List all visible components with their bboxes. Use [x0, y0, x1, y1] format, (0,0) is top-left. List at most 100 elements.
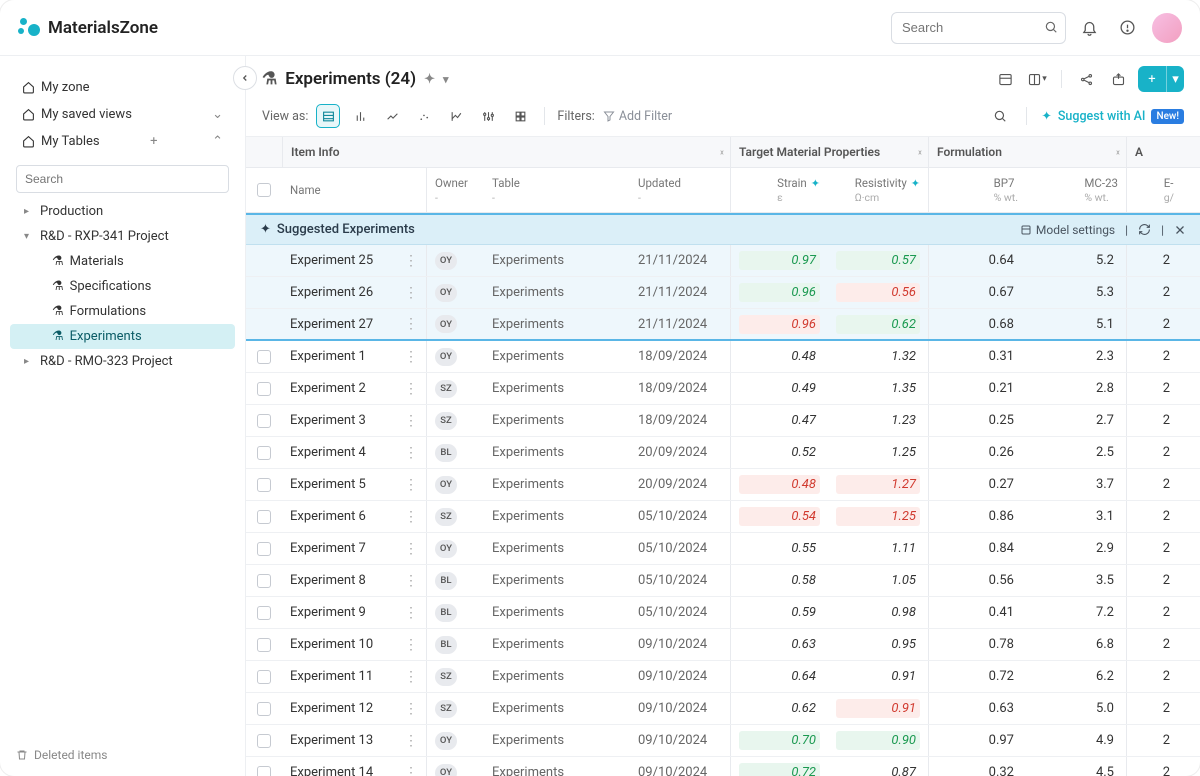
row-checkbox[interactable]: [257, 574, 271, 588]
row-checkbox[interactable]: [257, 734, 271, 748]
tree-materials[interactable]: ⚗Materials: [10, 249, 235, 274]
deleted-items[interactable]: Deleted items: [16, 748, 107, 762]
row-menu-icon[interactable]: ⋮: [404, 765, 418, 776]
tree-experiments[interactable]: ⚗Experiments: [10, 324, 235, 349]
view-table-button[interactable]: [316, 104, 340, 128]
row-menu-icon[interactable]: ⋮: [404, 316, 418, 332]
search-table-icon[interactable]: [988, 104, 1012, 128]
layout-icon[interactable]: [993, 67, 1017, 91]
row-menu-icon[interactable]: ⋮: [404, 477, 418, 493]
row-checkbox[interactable]: [257, 638, 271, 652]
table-row[interactable]: Experiment 8⋮ BL Experiments 05/10/2024 …: [246, 565, 1200, 597]
tree-rmo-project[interactable]: ▸R&D - RMO-323 Project: [10, 349, 235, 374]
table-row[interactable]: Experiment 14⋮ OY Experiments 09/10/2024…: [246, 757, 1200, 776]
row-checkbox[interactable]: [257, 542, 271, 556]
user-avatar[interactable]: [1152, 13, 1182, 43]
row-menu-icon[interactable]: ⋮: [404, 445, 418, 461]
row-menu-icon[interactable]: ⋮: [404, 253, 418, 269]
collapse-group-icon[interactable]: ›‹: [720, 147, 722, 158]
row-checkbox[interactable]: [257, 350, 271, 364]
add-filter-button[interactable]: Add Filter: [603, 109, 672, 124]
export-icon[interactable]: [1106, 67, 1130, 91]
col-bp7[interactable]: BP7% wt.: [994, 176, 1018, 204]
row-checkbox[interactable]: [257, 414, 271, 428]
row-checkbox[interactable]: [257, 382, 271, 396]
row-checkbox[interactable]: [257, 478, 271, 492]
row-menu-icon[interactable]: ⋮: [404, 573, 418, 589]
tree-specifications[interactable]: ⚗Specifications: [10, 274, 235, 299]
col-name[interactable]: Name: [290, 183, 321, 197]
view-line-button[interactable]: [380, 104, 404, 128]
row-menu-icon[interactable]: ⋮: [404, 349, 418, 365]
row-menu-icon[interactable]: ⋮: [404, 541, 418, 557]
col-last[interactable]: E-g/: [1164, 176, 1174, 204]
global-search[interactable]: [891, 12, 1066, 44]
view-grid-button[interactable]: [508, 104, 532, 128]
nav-my-saved-views[interactable]: My saved views ⌄: [16, 101, 229, 128]
view-scatter-button[interactable]: [412, 104, 436, 128]
add-dropdown[interactable]: ▾: [1166, 66, 1184, 92]
table-row[interactable]: Experiment 26⋮ OY Experiments 21/11/2024…: [246, 277, 1200, 309]
suggest-with-ai-button[interactable]: ✦ Suggest with AI New!: [1041, 108, 1184, 124]
table-row[interactable]: Experiment 12⋮ SZ Experiments 09/10/2024…: [246, 693, 1200, 725]
tree-formulations[interactable]: ⚗Formulations: [10, 299, 235, 324]
model-settings-button[interactable]: Model settings: [1020, 223, 1115, 237]
select-all-checkbox[interactable]: [246, 168, 282, 212]
row-menu-icon[interactable]: ⋮: [404, 733, 418, 749]
table-row[interactable]: Experiment 25⋮ OY Experiments 21/11/2024…: [246, 245, 1200, 277]
row-checkbox[interactable]: [257, 670, 271, 684]
panel-icon[interactable]: ▾: [1025, 67, 1049, 91]
col-resistivity[interactable]: Resistivity✦Ω·cm: [855, 176, 920, 204]
row-menu-icon[interactable]: ⋮: [404, 381, 418, 397]
row-menu-icon[interactable]: ⋮: [404, 605, 418, 621]
refresh-icon[interactable]: [1138, 223, 1151, 236]
col-updated[interactable]: Updated-: [638, 176, 681, 204]
row-checkbox[interactable]: [257, 702, 271, 716]
brand-logo[interactable]: MaterialsZone: [18, 16, 158, 40]
collapse-group-icon[interactable]: ›‹: [918, 147, 920, 158]
table-row[interactable]: Experiment 4⋮ BL Experiments 20/09/2024 …: [246, 437, 1200, 469]
sidebar-search-input[interactable]: [16, 165, 229, 193]
table-row[interactable]: Experiment 6⋮ SZ Experiments 05/10/2024 …: [246, 501, 1200, 533]
table-row[interactable]: Experiment 5⋮ OY Experiments 20/09/2024 …: [246, 469, 1200, 501]
row-menu-icon[interactable]: ⋮: [404, 509, 418, 525]
table-row[interactable]: Experiment 7⋮ OY Experiments 05/10/2024 …: [246, 533, 1200, 565]
col-mc23[interactable]: MC-23% wt.: [1084, 176, 1118, 204]
col-table[interactable]: Table-: [492, 176, 520, 204]
help-icon[interactable]: [1112, 13, 1142, 43]
row-checkbox[interactable]: [257, 766, 271, 776]
chevron-down-icon[interactable]: ▾: [443, 73, 449, 86]
view-settings-button[interactable]: [476, 104, 500, 128]
table-row[interactable]: Experiment 1⋮ OY Experiments 18/09/2024 …: [246, 341, 1200, 373]
tree-rd-project[interactable]: ▾R&D - RXP-341 Project: [10, 224, 235, 249]
row-menu-icon[interactable]: ⋮: [404, 669, 418, 685]
add-button[interactable]: +: [1138, 66, 1166, 92]
nav-my-zone[interactable]: My zone: [16, 74, 229, 101]
collapse-group-icon[interactable]: ›‹: [1116, 147, 1118, 158]
row-menu-icon[interactable]: ⋮: [404, 285, 418, 301]
col-owner[interactable]: Owner-: [435, 176, 468, 204]
row-checkbox[interactable]: [257, 606, 271, 620]
global-search-input[interactable]: [891, 12, 1066, 44]
close-icon[interactable]: [1174, 224, 1186, 236]
notifications-icon[interactable]: [1074, 13, 1104, 43]
row-menu-icon[interactable]: ⋮: [404, 637, 418, 653]
row-checkbox[interactable]: [257, 446, 271, 460]
collapse-sidebar-button[interactable]: [233, 66, 257, 90]
row-menu-icon[interactable]: ⋮: [404, 701, 418, 717]
row-menu-icon[interactable]: ⋮: [404, 413, 418, 429]
view-box-button[interactable]: [444, 104, 468, 128]
table-row[interactable]: Experiment 13⋮ OY Experiments 09/10/2024…: [246, 725, 1200, 757]
col-strain[interactable]: Strain✦ε: [777, 176, 820, 204]
plus-icon[interactable]: +: [150, 134, 157, 149]
table-row[interactable]: Experiment 10⋮ BL Experiments 09/10/2024…: [246, 629, 1200, 661]
nav-my-tables[interactable]: My Tables + ⌃: [16, 128, 229, 155]
table-row[interactable]: Experiment 27⋮ OY Experiments 21/11/2024…: [246, 309, 1200, 341]
share-icon[interactable]: [1074, 67, 1098, 91]
row-checkbox[interactable]: [257, 510, 271, 524]
view-bar-button[interactable]: [348, 104, 372, 128]
table-row[interactable]: Experiment 9⋮ BL Experiments 05/10/2024 …: [246, 597, 1200, 629]
tree-production[interactable]: ▸Production: [10, 199, 235, 224]
table-row[interactable]: Experiment 2⋮ SZ Experiments 18/09/2024 …: [246, 373, 1200, 405]
table-row[interactable]: Experiment 11⋮ SZ Experiments 09/10/2024…: [246, 661, 1200, 693]
